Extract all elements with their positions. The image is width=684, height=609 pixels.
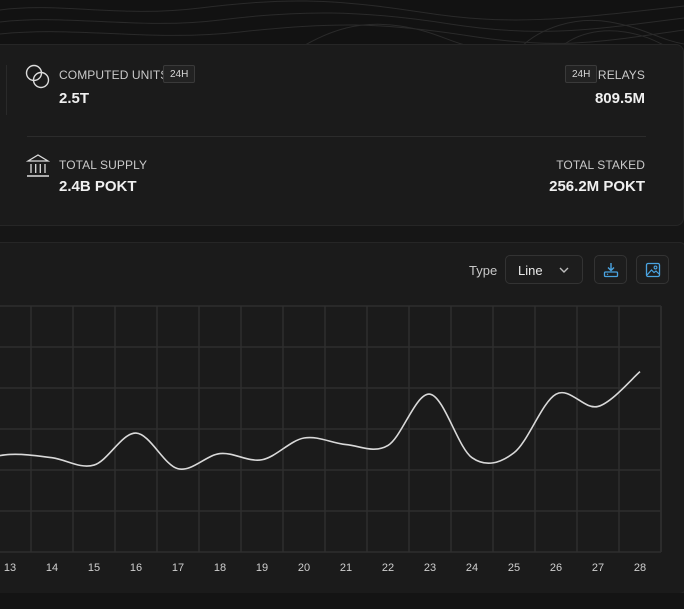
x-tick-label: 16	[130, 562, 142, 574]
chart-type-select-value: Line	[518, 263, 543, 278]
chart-type-label: Type	[469, 263, 498, 278]
x-tick-label: 17	[172, 562, 184, 574]
x-tick-label: 15	[88, 562, 100, 574]
x-tick-label: 26	[550, 562, 562, 574]
total-supply-value: 2.4B POKT	[59, 178, 137, 195]
computed-units-label: COMPUTED UNITS	[59, 68, 169, 82]
x-tick-label: 25	[508, 562, 520, 574]
relays-24h-badge[interactable]: 24H	[565, 65, 598, 83]
x-tick-label: 22	[382, 562, 394, 574]
line-chart: 13 14 15 16 17 18 19 20 21 22 23 24 25 26 27 28	[0, 305, 662, 574]
chevron-down-icon	[559, 267, 569, 273]
x-tick-label: 14	[46, 562, 58, 574]
save-image-button[interactable]	[636, 255, 669, 284]
x-tick-label: 21	[340, 562, 352, 574]
image-icon	[645, 262, 661, 278]
chart-type-select[interactable]: Line	[505, 255, 583, 284]
computed-units-24h-badge[interactable]: 24H	[163, 65, 196, 83]
stats-divider	[27, 136, 646, 137]
relays-value: 809.5M	[594, 90, 645, 107]
x-tick-label: 24	[466, 562, 478, 574]
total-staked-value: 256.2M POKT	[549, 178, 645, 195]
x-tick-label: 23	[424, 562, 436, 574]
total-staked-label: TOTAL STAKED	[556, 158, 645, 172]
x-tick-label: 18	[214, 562, 226, 574]
bottom-strip	[0, 593, 684, 609]
download-icon	[603, 263, 619, 278]
x-tick-label: 19	[256, 562, 268, 574]
x-tick-label: 20	[298, 562, 310, 574]
topographic-background	[0, 0, 684, 48]
x-tick-label: 13	[4, 562, 16, 574]
card-left-rule	[6, 65, 7, 115]
coins-icon	[25, 64, 50, 89]
computed-units-value: 2.5T	[59, 90, 90, 107]
relays-label: RELAYS	[597, 68, 645, 82]
x-tick-label: 28	[634, 562, 646, 574]
bank-icon	[26, 154, 50, 177]
total-supply-label: TOTAL SUPPLY	[59, 158, 148, 172]
download-button[interactable]	[594, 255, 627, 284]
series-line	[0, 370, 641, 470]
x-tick-label: 27	[592, 562, 604, 574]
